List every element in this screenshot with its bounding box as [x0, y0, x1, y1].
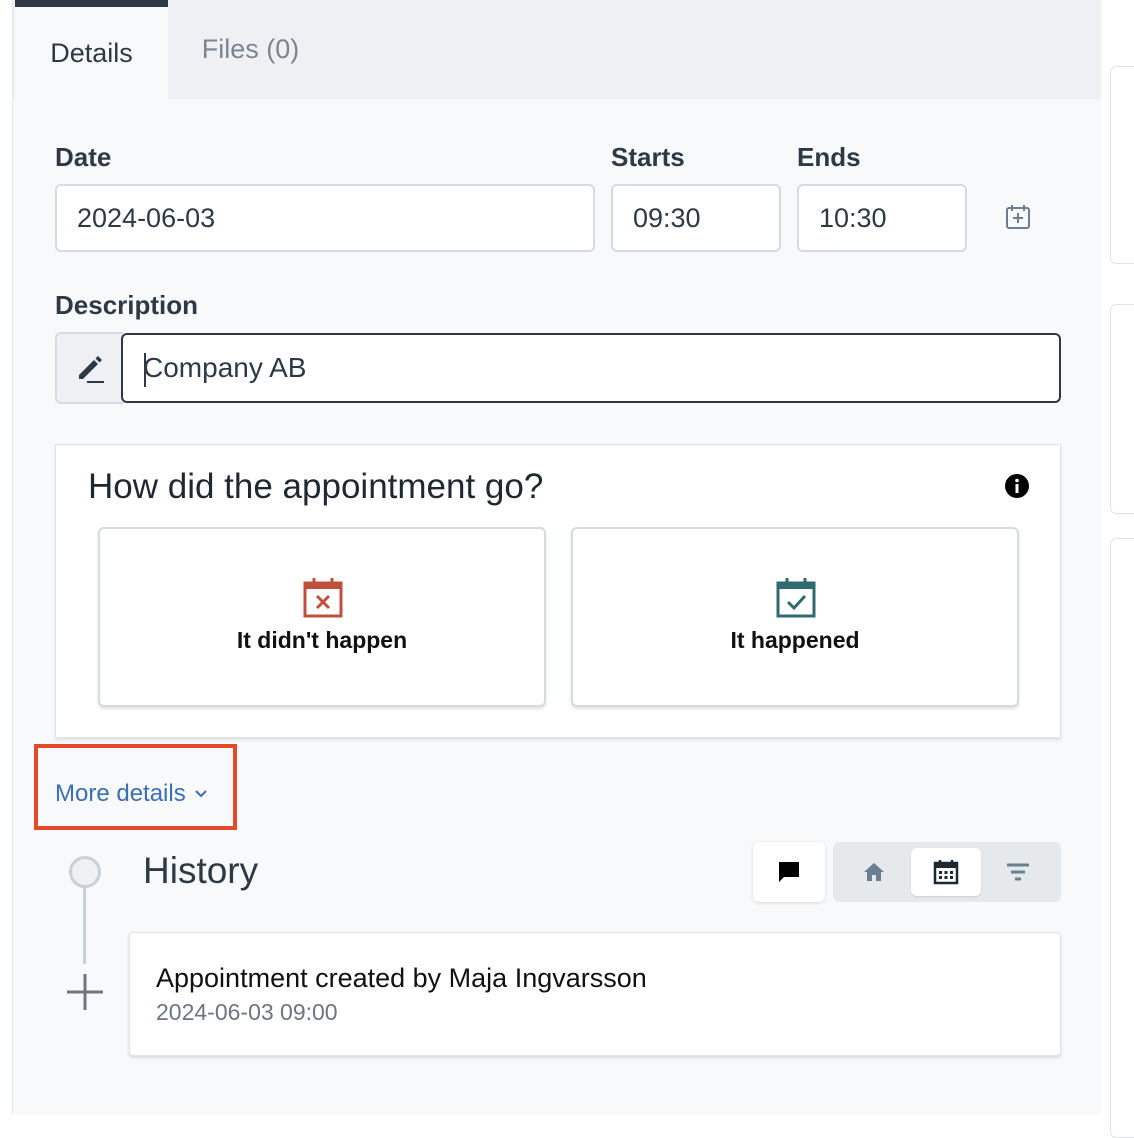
ends-label: Ends	[797, 142, 861, 172]
tab-files[interactable]: Files (0)	[168, 0, 333, 99]
ends-field[interactable]: 10:30	[797, 184, 967, 252]
timeline-line	[83, 888, 86, 964]
description-group: Company AB	[55, 332, 1061, 404]
didnt-happen-button[interactable]: It didn't happen	[98, 527, 546, 707]
history-entry-timestamp: 2024-06-03 09:00	[156, 999, 338, 1025]
more-details-label: More details	[55, 780, 186, 807]
starts-label: Starts	[611, 142, 685, 172]
tab-bar: Details Files (0)	[13, 0, 1101, 99]
history-title: History	[143, 850, 259, 891]
filter-button[interactable]	[983, 848, 1053, 896]
starts-field[interactable]: 09:30	[611, 184, 781, 252]
didnt-happen-label: It didn't happen	[236, 627, 408, 653]
history-filter-group	[833, 842, 1061, 902]
home-icon	[864, 863, 884, 881]
happened-button[interactable]: It happened	[571, 527, 1019, 707]
description-input[interactable]: Company AB	[121, 333, 1061, 403]
date-label: Date	[55, 142, 112, 172]
description-label: Description	[55, 290, 199, 320]
side-card-1	[1110, 66, 1134, 264]
history-entry-title: Appointment created by Maja Ingvarsson	[156, 963, 647, 993]
appointment-outcome-card: How did the appointment go? It didn't ha…	[55, 444, 1061, 738]
outcome-question: How did the appointment go?	[88, 467, 544, 506]
info-icon[interactable]	[1004, 473, 1030, 499]
history-entry: Appointment created by Maja Ingvarsson 2…	[129, 932, 1061, 1056]
comment-filter-button[interactable]	[753, 842, 825, 902]
side-card-2	[1110, 304, 1134, 514]
date-field[interactable]: 2024-06-03	[55, 184, 595, 252]
calendar-check-icon	[776, 578, 816, 618]
pencil-icon	[55, 332, 123, 404]
chevron-down-icon	[195, 790, 207, 798]
tab-details[interactable]: Details	[15, 0, 168, 99]
filter-icon	[1007, 863, 1029, 881]
description-value: Company AB	[143, 352, 307, 383]
home-filter-button[interactable]	[839, 848, 909, 896]
calendar-filter-button[interactable]	[911, 848, 981, 896]
timeline-dot	[69, 856, 101, 888]
calendar-add-icon[interactable]	[1003, 202, 1033, 232]
side-card-3	[1110, 538, 1134, 1138]
more-details-link[interactable]: More details	[55, 780, 208, 808]
plus-icon[interactable]	[65, 972, 105, 1012]
date-value: 2024-06-03	[77, 202, 216, 233]
calendar-x-icon	[303, 578, 343, 618]
appointment-panel: Details Files (0) Date Starts Ends 2024-…	[12, 0, 1101, 1114]
calendar-icon	[933, 860, 959, 885]
comment-icon	[779, 862, 799, 882]
ends-value: 10:30	[819, 202, 887, 233]
starts-value: 09:30	[633, 202, 701, 233]
happened-label: It happened	[730, 627, 860, 653]
text-caret	[144, 353, 146, 387]
